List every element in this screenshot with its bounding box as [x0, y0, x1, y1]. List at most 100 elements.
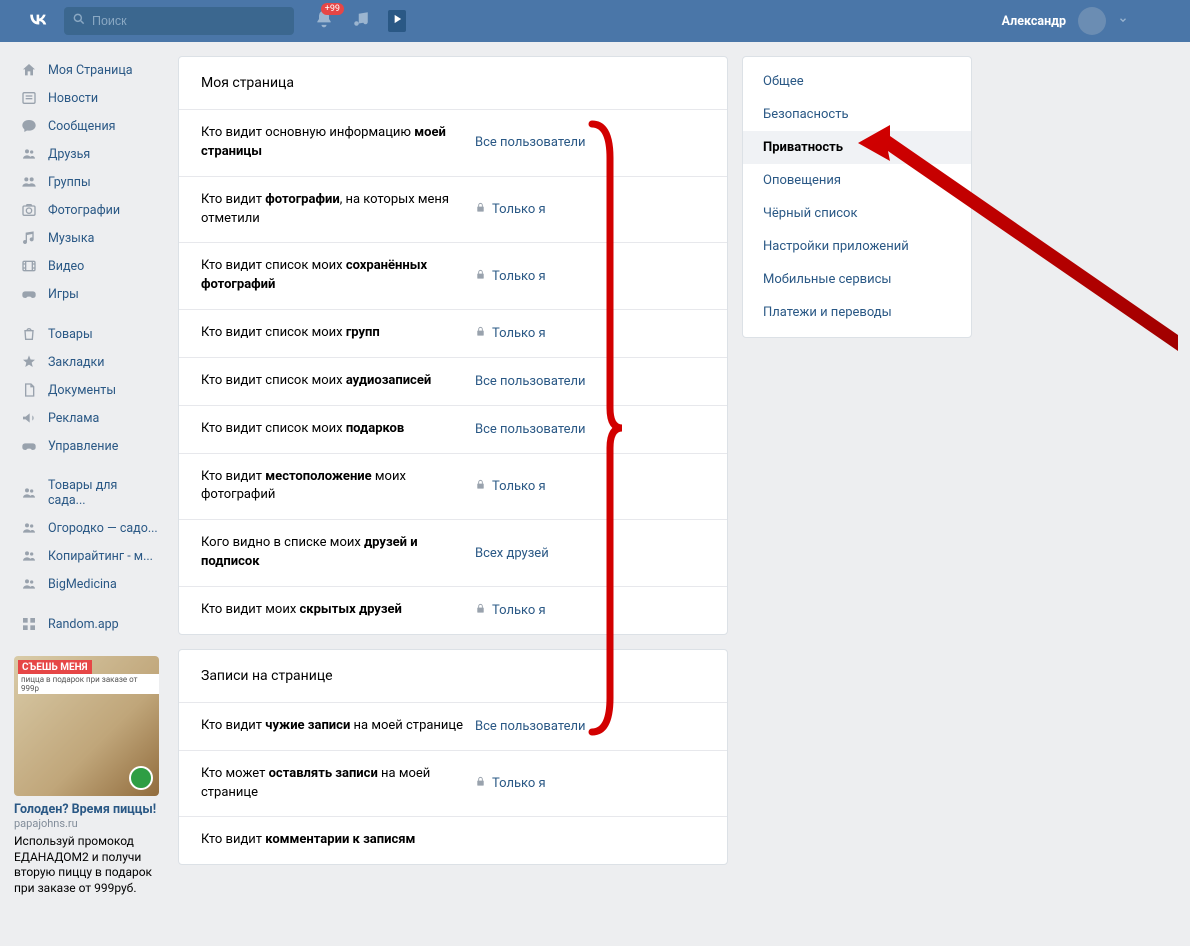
privacy-row: Кто видит основную информацию моей стран… [179, 109, 727, 176]
privacy-value-dropdown[interactable]: Все пользователи [475, 135, 705, 150]
music-icon [20, 230, 38, 246]
ad-description: Используй промокод ЕДАНАДОМ2 и получи вт… [14, 834, 159, 896]
privacy-value-dropdown[interactable]: Всех друзей [475, 546, 705, 561]
settings-tab-Оповещения[interactable]: Оповещения [743, 164, 971, 197]
privacy-label: Кто видит фотографии, на которых меня от… [201, 191, 475, 229]
privacy-label: Кто может оставлять записи на моей стран… [201, 765, 475, 803]
privacy-value-text: Только я [492, 269, 546, 284]
privacy-value-dropdown[interactable]: Только я [475, 269, 705, 284]
privacy-value-dropdown[interactable]: Только я [475, 603, 705, 618]
lock-icon [475, 776, 486, 791]
nav-item-groups[interactable]: Группы [14, 168, 164, 196]
home-icon [20, 62, 38, 78]
privacy-value-text: Только я [492, 326, 546, 341]
privacy-value-text: Все пользователи [475, 422, 586, 437]
nav-label: Товары для сада... [48, 478, 158, 508]
nav-item-manage[interactable]: Управление [14, 432, 164, 460]
chevron-down-icon [1118, 14, 1128, 29]
nav-item-video[interactable]: Видео [14, 252, 164, 280]
privacy-value-text: Только я [492, 776, 546, 791]
privacy-value-dropdown[interactable]: Все пользователи [475, 374, 705, 389]
lock-icon [475, 603, 486, 618]
privacy-row: Кто видит моих скрытых друзейТолько я [179, 586, 727, 634]
nav-item-msg[interactable]: Сообщения [14, 112, 164, 140]
video-play-icon[interactable] [388, 10, 406, 32]
nav-label: Видео [48, 259, 84, 274]
ad-domain: papajohns.ru [14, 817, 159, 830]
nav-label: Моя Страница [48, 63, 133, 78]
nav-item-friends[interactable]: BigMedicina [14, 570, 164, 598]
nav-item-friends[interactable]: Копирайтинг - м... [14, 542, 164, 570]
privacy-label: Кто видит основную информацию моей стран… [201, 124, 475, 162]
privacy-label: Кто видит чужие записи на моей странице [201, 717, 475, 736]
nav-item-docs[interactable]: Документы [14, 376, 164, 404]
friends-icon [20, 146, 38, 162]
nav-label: Управление [48, 439, 118, 454]
settings-tab-Безопасность[interactable]: Безопасность [743, 98, 971, 131]
nav-item-friends[interactable]: Огородко — садо... [14, 514, 164, 542]
goods-icon [20, 326, 38, 342]
user-menu[interactable]: Александр [1002, 7, 1128, 35]
ad-block[interactable]: СЪЕШЬ МЕНЯ пицца в подарок при заказе от… [14, 656, 159, 896]
settings-tab-Приватность[interactable]: Приватность [743, 131, 971, 164]
docs-icon [20, 382, 38, 398]
privacy-row: Кто видит комментарии к записям [179, 816, 727, 864]
ad-substripe: пицца в подарок при заказе от 999р [18, 674, 159, 694]
nav-label: Новости [48, 91, 98, 106]
nav-label: Огородко — садо... [48, 521, 158, 536]
privacy-label: Кто видит список моих аудиозаписей [201, 372, 475, 391]
privacy-value-dropdown[interactable]: Только я [475, 202, 705, 217]
nav-label: Закладки [48, 355, 105, 370]
privacy-row: Кто видит список моих аудиозаписейВсе по… [179, 357, 727, 405]
privacy-value-text: Все пользователи [475, 719, 586, 734]
photo-icon [20, 202, 38, 218]
nav-item-friends[interactable]: Товары для сада... [14, 472, 164, 514]
ad-stripe: СЪЕШЬ МЕНЯ [18, 660, 92, 675]
nav-item-home[interactable]: Моя Страница [14, 56, 164, 84]
privacy-row: Кто видит фотографии, на которых меня от… [179, 176, 727, 243]
privacy-value-text: Все пользователи [475, 135, 586, 150]
privacy-label: Кто видит местоположение моих фотографий [201, 468, 475, 506]
settings-tab-Настройки приложений[interactable]: Настройки приложений [743, 230, 971, 263]
friends-icon [20, 520, 38, 536]
vk-logo-icon[interactable] [26, 7, 50, 35]
nav-label: Группы [48, 175, 91, 190]
nav-item-ads[interactable]: Реклама [14, 404, 164, 432]
privacy-value-dropdown[interactable]: Только я [475, 326, 705, 341]
friends-icon [20, 485, 38, 501]
friends-icon [20, 576, 38, 592]
privacy-label: Кто видит моих скрытых друзей [201, 601, 475, 620]
ad-logo-icon [129, 766, 153, 790]
video-icon [20, 258, 38, 274]
ad-title: Голоден? Время пиццы! [14, 802, 159, 817]
privacy-value-dropdown[interactable]: Все пользователи [475, 422, 705, 437]
nav-item-photo[interactable]: Фотографии [14, 196, 164, 224]
friends-icon [20, 548, 38, 564]
privacy-row: Кто видит список моих группТолько я [179, 309, 727, 357]
settings-tab-Платежи и переводы[interactable]: Платежи и переводы [743, 296, 971, 329]
privacy-row: Кто видит чужие записи на моей страницеВ… [179, 702, 727, 750]
nav-item-news[interactable]: Новости [14, 84, 164, 112]
privacy-value-text: Всех друзей [475, 546, 549, 561]
privacy-value-dropdown[interactable]: Только я [475, 776, 705, 791]
nav-item-friends[interactable]: Друзья [14, 140, 164, 168]
notification-badge: +99 [321, 3, 344, 15]
privacy-value-dropdown[interactable]: Все пользователи [475, 719, 705, 734]
ad-image: СЪЕШЬ МЕНЯ пицца в подарок при заказе от… [14, 656, 159, 796]
settings-tab-Мобильные сервисы[interactable]: Мобильные сервисы [743, 263, 971, 296]
nav-item-bookmark[interactable]: Закладки [14, 348, 164, 376]
search-box[interactable] [64, 7, 294, 35]
privacy-value-dropdown[interactable]: Только я [475, 479, 705, 494]
section-header-posts: Записи на странице [179, 650, 727, 702]
nav-item-games[interactable]: Игры [14, 280, 164, 308]
nav-item-app[interactable]: Random.app [14, 610, 164, 638]
nav-item-music[interactable]: Музыка [14, 224, 164, 252]
nav-label: Копирайтинг - м... [48, 549, 153, 564]
settings-tab-Чёрный список[interactable]: Чёрный список [743, 197, 971, 230]
nav-item-goods[interactable]: Товары [14, 320, 164, 348]
music-player-icon[interactable] [352, 10, 370, 32]
search-input[interactable] [92, 14, 286, 28]
settings-tab-Общее[interactable]: Общее [743, 65, 971, 98]
privacy-panel-mypage: Моя страница Кто видит основную информац… [178, 56, 728, 635]
notifications-icon[interactable]: +99 [314, 9, 334, 33]
